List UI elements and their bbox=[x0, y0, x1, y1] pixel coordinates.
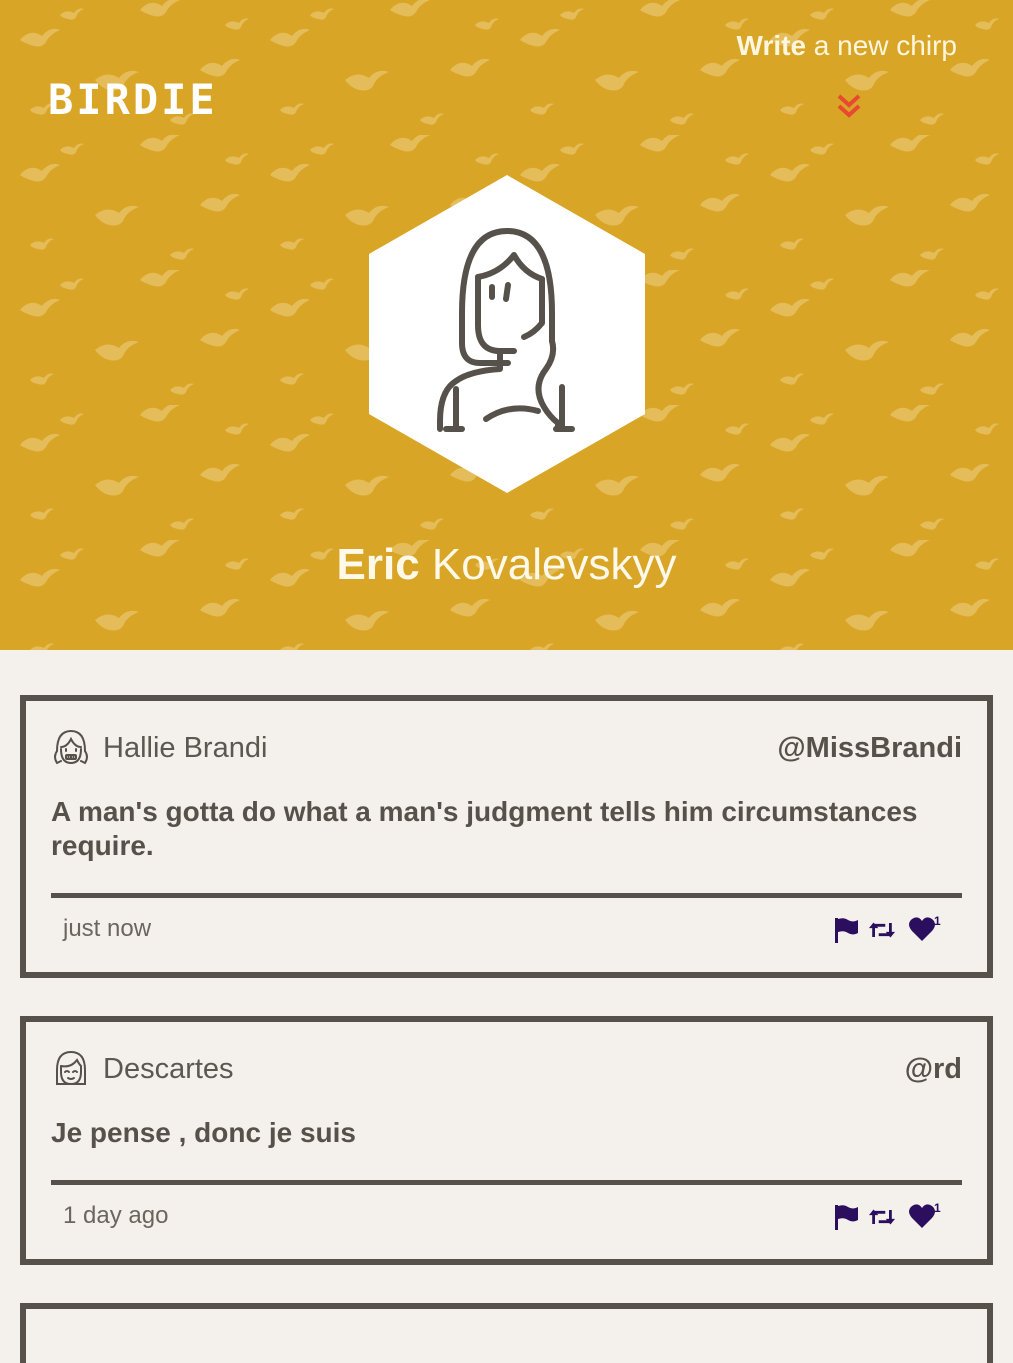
chirp-author-handle[interactable]: @rd bbox=[905, 1052, 962, 1086]
chirp-message: A man's gotta do what a man's judgment t… bbox=[51, 796, 918, 861]
flag-icon[interactable] bbox=[832, 1203, 860, 1231]
chirp-header: Descartes @rd bbox=[51, 1048, 962, 1092]
like-count: 1 bbox=[934, 1201, 941, 1215]
profile-avatar bbox=[369, 175, 645, 493]
girl-avatar-icon[interactable] bbox=[51, 1048, 91, 1090]
chirp-footer: just now 1 bbox=[51, 898, 962, 972]
profile-header: BIRDIE Write a new chirp Eric Kovalevsky bbox=[0, 0, 1013, 650]
double-chevron-down-icon[interactable] bbox=[834, 92, 864, 122]
profile-first-name: Eric bbox=[336, 540, 420, 589]
profile-name: Eric Kovalevskyy bbox=[0, 538, 1013, 592]
chirp-actions: 1 bbox=[832, 914, 950, 946]
heart-icon[interactable] bbox=[908, 1203, 936, 1231]
chirp-card-partial bbox=[20, 1303, 993, 1363]
brand-logo[interactable]: BIRDIE bbox=[48, 78, 218, 122]
write-link-strong: Write bbox=[736, 30, 807, 61]
chirp-actions: 1 bbox=[832, 1201, 950, 1233]
write-chirp-link[interactable]: Write a new chirp bbox=[737, 28, 957, 64]
chirp-card: Hallie Brandi @MissBrandi A man's gotta … bbox=[20, 695, 993, 978]
chirp-feed: Hallie Brandi @MissBrandi A man's gotta … bbox=[20, 695, 993, 1363]
flag-icon[interactable] bbox=[832, 916, 860, 944]
rechirp-icon[interactable] bbox=[868, 1203, 896, 1231]
chirp-author-name[interactable]: Descartes bbox=[103, 1052, 234, 1086]
write-link-rest: a new chirp bbox=[806, 30, 957, 61]
rechirp-icon[interactable] bbox=[868, 916, 896, 944]
like-count: 1 bbox=[934, 914, 941, 928]
chirp-author-handle[interactable]: @MissBrandi bbox=[777, 731, 962, 765]
heart-icon[interactable] bbox=[908, 916, 936, 944]
chirp-card: Descartes @rd Je pense , donc je suis 1 … bbox=[20, 1016, 993, 1265]
chirp-message: Je pense , donc je suis bbox=[51, 1117, 357, 1148]
chirp-timestamp: just now bbox=[63, 915, 152, 942]
chirp-footer: 1 day ago 1 bbox=[51, 1185, 962, 1259]
chirp-author-name[interactable]: Hallie Brandi bbox=[103, 731, 267, 765]
girl-avatar-icon[interactable] bbox=[51, 727, 91, 769]
chirp-header: Hallie Brandi @MissBrandi bbox=[51, 727, 962, 771]
chirp-timestamp: 1 day ago bbox=[63, 1202, 169, 1229]
profile-last-name: Kovalevskyy bbox=[431, 540, 677, 589]
